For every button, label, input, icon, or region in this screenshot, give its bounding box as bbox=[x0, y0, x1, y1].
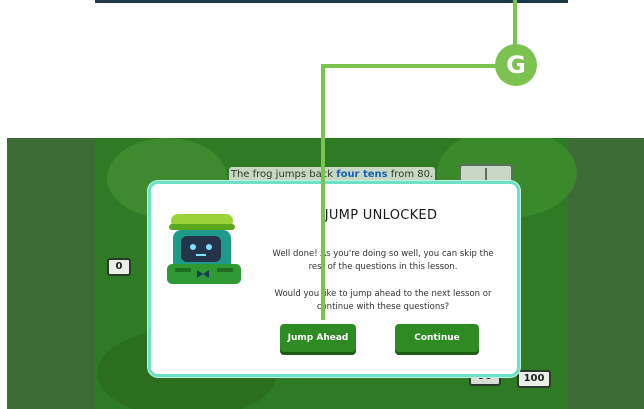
number-line-start: 0 bbox=[107, 258, 131, 276]
callout-connector bbox=[321, 64, 499, 68]
jump-ahead-button[interactable]: Jump Ahead bbox=[280, 324, 356, 352]
question-text-suffix: from 80. bbox=[387, 169, 434, 180]
continue-button[interactable]: Continue bbox=[395, 324, 479, 352]
callout-connector bbox=[513, 0, 517, 47]
dialog-body: Well done! As you're doing so well, you … bbox=[269, 248, 497, 328]
previous-screen-edge bbox=[95, 0, 568, 3]
game-side-panel-right bbox=[568, 138, 644, 409]
jump-unlocked-dialog: JUMP UNLOCKED Well done! As you're doing… bbox=[148, 181, 520, 377]
question-text-emphasis: four tens bbox=[336, 169, 388, 180]
number-line-end: 100 bbox=[517, 370, 551, 388]
callout-badge: G bbox=[495, 44, 537, 86]
dialog-message-2: Would you like to jump ahead to the next… bbox=[274, 289, 492, 312]
dialog-title: JUMP UNLOCKED bbox=[324, 208, 438, 223]
dialog-message-1: Well done! As you're doing so well, you … bbox=[272, 249, 494, 272]
game-side-panel-left bbox=[7, 138, 95, 409]
robot-character-icon bbox=[167, 214, 241, 284]
callout-connector bbox=[321, 64, 325, 320]
